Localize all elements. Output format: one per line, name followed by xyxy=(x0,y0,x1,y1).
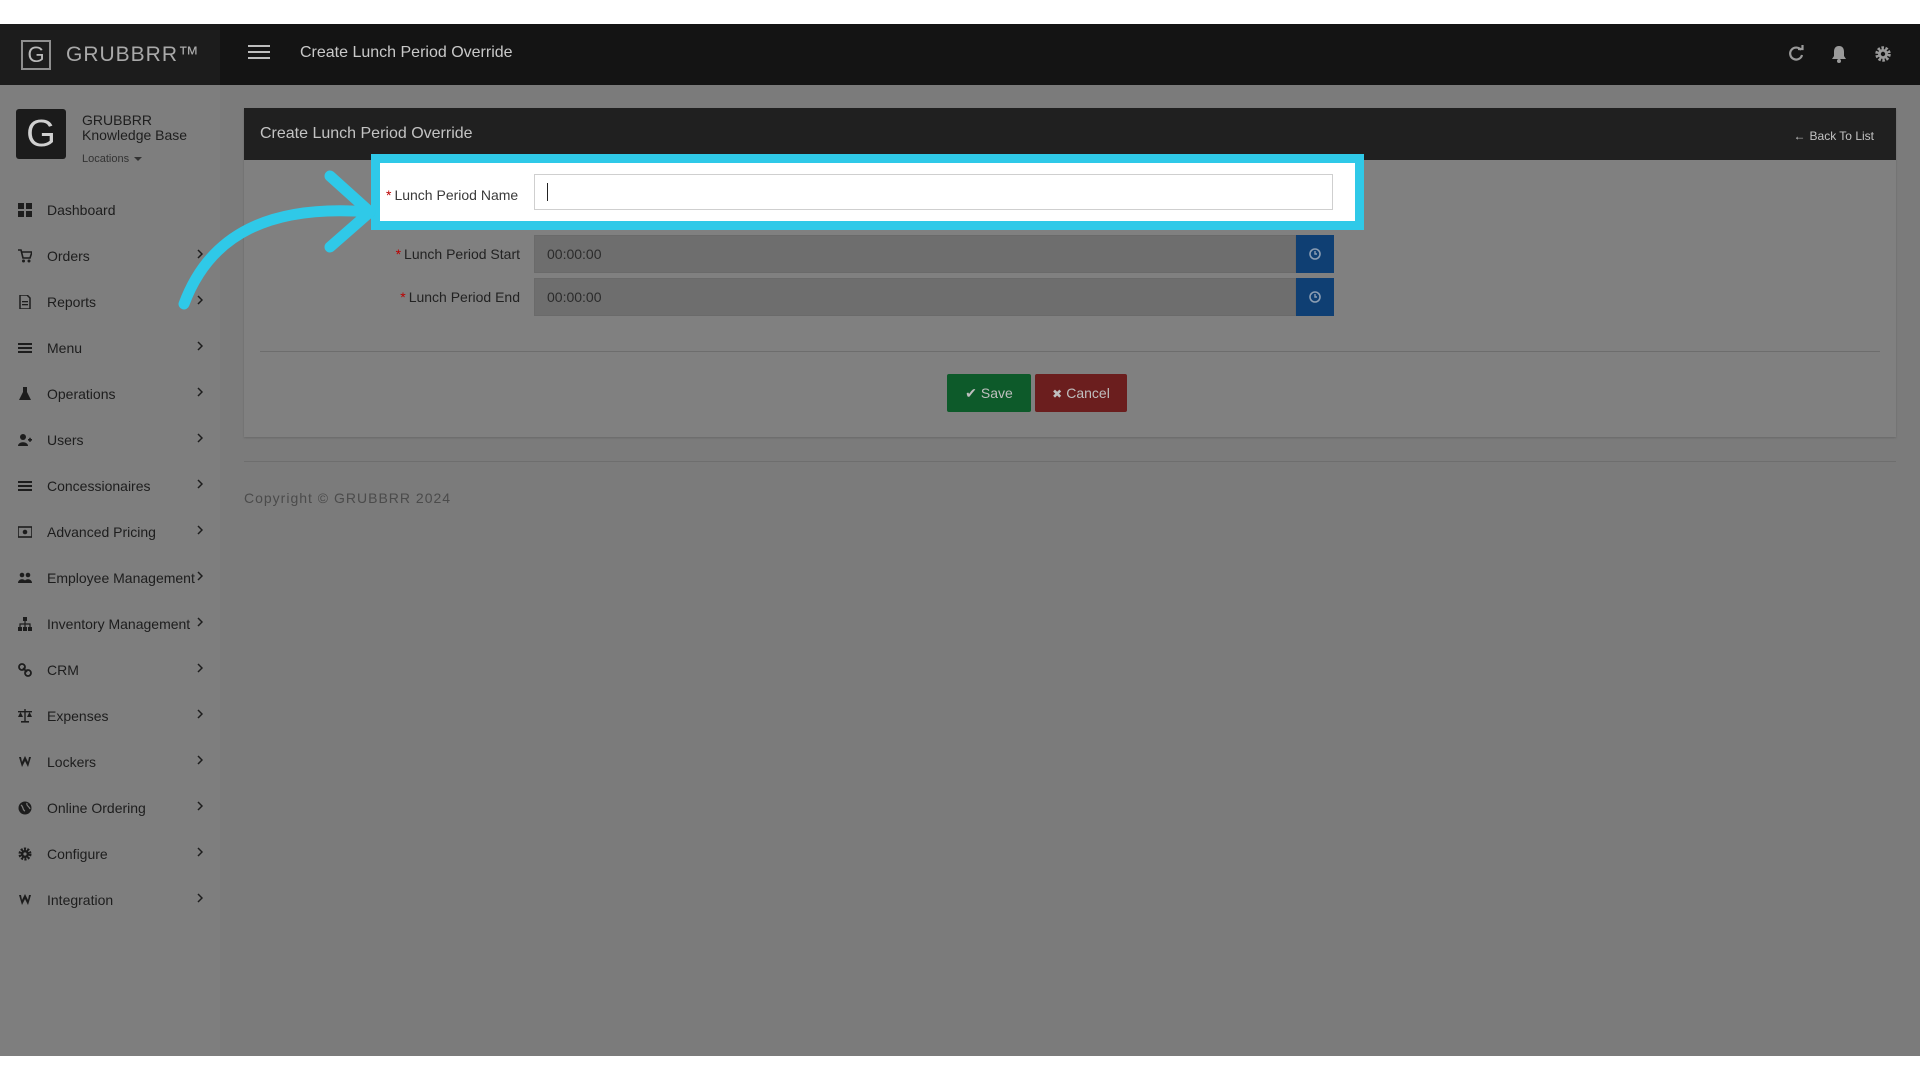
start-time-picker-button[interactable] xyxy=(1296,235,1334,273)
sidebar-item-expenses[interactable]: Expenses xyxy=(0,693,220,739)
panel-header: Create Lunch Period Override Back To Lis… xyxy=(244,108,1896,160)
avatar: G xyxy=(16,109,66,159)
chevron-right-icon xyxy=(197,571,203,581)
sidebar-item-concessionaires[interactable]: Concessionaires xyxy=(0,463,220,509)
clock-icon xyxy=(1309,291,1321,303)
brand-logo: G xyxy=(21,40,51,70)
sidebar-item-menu[interactable]: Menu xyxy=(0,325,220,371)
refresh-icon[interactable] xyxy=(1786,44,1806,64)
panel-title: Create Lunch Period Override xyxy=(260,125,473,142)
sidebar-item-label: Lockers xyxy=(47,754,97,770)
scale-icon xyxy=(18,709,32,723)
app-window: G GRUBBRR™ Create Lunch Period Override … xyxy=(0,24,1920,1056)
sidebar-item-label: Expenses xyxy=(47,708,109,724)
chevron-right-icon xyxy=(197,709,203,719)
sidebar-item-label: Operations xyxy=(47,386,116,402)
sidebar-item-crm[interactable]: CRM xyxy=(0,647,220,693)
sidebar-item-lockers[interactable]: Lockers xyxy=(0,739,220,785)
pointer-arrow-icon xyxy=(178,170,376,310)
sitemap-icon xyxy=(18,617,32,631)
form-divider xyxy=(260,351,1880,352)
gear-icon[interactable] xyxy=(1873,44,1893,64)
list-icon xyxy=(18,481,32,491)
lunch-period-name-label: * Lunch Period Name xyxy=(386,187,519,203)
lunch-period-name-input[interactable] xyxy=(534,174,1333,210)
sidebar-item-label: Reports xyxy=(47,294,97,310)
globe-icon xyxy=(18,801,32,815)
hamburger-menu-icon[interactable] xyxy=(248,45,270,61)
chevron-right-icon xyxy=(197,617,203,627)
report-icon xyxy=(19,295,31,309)
sidebar-item-label: Orders xyxy=(47,248,90,264)
sidebar-item-employee-management[interactable]: Employee Management xyxy=(0,555,220,601)
chevron-right-icon xyxy=(197,755,203,765)
highlight-box: * Lunch Period Name xyxy=(371,154,1364,230)
chevron-right-icon xyxy=(197,479,203,489)
chevron-right-icon xyxy=(197,893,203,903)
sidebar-item-label: Configure xyxy=(47,846,108,862)
bell-icon[interactable] xyxy=(1829,44,1849,64)
cart-icon xyxy=(18,249,32,263)
chevron-right-icon xyxy=(197,525,203,535)
copyright: Copyright © GRUBBRR 2024 xyxy=(244,490,452,506)
sidebar-item-label: Users xyxy=(47,432,84,448)
save-button[interactable]: Save xyxy=(947,374,1031,412)
clock-icon xyxy=(1309,248,1321,260)
users-icon xyxy=(18,572,32,583)
sidebar-item-integration[interactable]: Integration xyxy=(0,877,220,923)
text-caret xyxy=(547,183,548,201)
lunch-period-start-input[interactable]: 00:00:00 xyxy=(534,235,1296,273)
chevron-right-icon xyxy=(197,663,203,673)
sidebar-item-inventory-management[interactable]: Inventory Management xyxy=(0,601,220,647)
sidebar-item-label: Dashboard xyxy=(47,202,116,218)
org-name: GRUBBRR Knowledge Base xyxy=(82,112,188,143)
sidebar-item-label: Concessionaires xyxy=(47,478,151,494)
dashboard-icon xyxy=(18,203,32,217)
integration-icon xyxy=(19,894,31,905)
cog-icon xyxy=(18,847,32,861)
sidebar-item-online-ordering[interactable]: Online Ordering xyxy=(0,785,220,831)
chevron-right-icon xyxy=(197,387,203,397)
chevron-right-icon xyxy=(197,341,203,351)
footer-divider xyxy=(244,461,1896,462)
brand-name: GRUBBRR™ xyxy=(66,43,201,66)
sidebar-item-configure[interactable]: Configure xyxy=(0,831,220,877)
menu-list-icon xyxy=(18,343,32,353)
sidebar-item-label: Online Ordering xyxy=(47,800,146,816)
page-title: Create Lunch Period Override xyxy=(300,44,513,61)
user-add-icon xyxy=(18,434,32,446)
chevron-right-icon xyxy=(197,847,203,857)
lockers-icon xyxy=(19,756,31,767)
flask-icon xyxy=(19,387,31,400)
sidebar-item-label: Employee Management xyxy=(47,570,195,586)
money-icon xyxy=(18,526,32,538)
sidebar-item-advanced-pricing[interactable]: Advanced Pricing xyxy=(0,509,220,555)
lunch-period-end-input[interactable]: 00:00:00 xyxy=(534,278,1296,316)
chevron-right-icon xyxy=(197,433,203,443)
back-to-list-link[interactable]: Back To List xyxy=(1794,129,1874,143)
chevron-right-icon xyxy=(197,801,203,811)
sidebar-item-label: Advanced Pricing xyxy=(47,524,156,540)
sidebar-item-label: Inventory Management xyxy=(47,616,191,632)
sidebar-item-label: Menu xyxy=(47,340,83,356)
end-time-picker-button[interactable] xyxy=(1296,278,1334,316)
top-bar: G GRUBBRR™ Create Lunch Period Override xyxy=(0,24,1920,85)
link-icon xyxy=(18,663,32,677)
sidebar-item-users[interactable]: Users xyxy=(0,417,220,463)
cancel-button[interactable]: Cancel xyxy=(1035,374,1127,412)
sidebar-item-label: Integration xyxy=(47,892,114,908)
lunch-period-name-row: * Lunch Period Name xyxy=(380,163,1355,221)
locations-dropdown[interactable]: Locations xyxy=(82,153,142,165)
sidebar-item-label: CRM xyxy=(47,662,79,678)
sidebar-item-operations[interactable]: Operations xyxy=(0,371,220,417)
brand: G GRUBBRR™ xyxy=(0,24,220,85)
